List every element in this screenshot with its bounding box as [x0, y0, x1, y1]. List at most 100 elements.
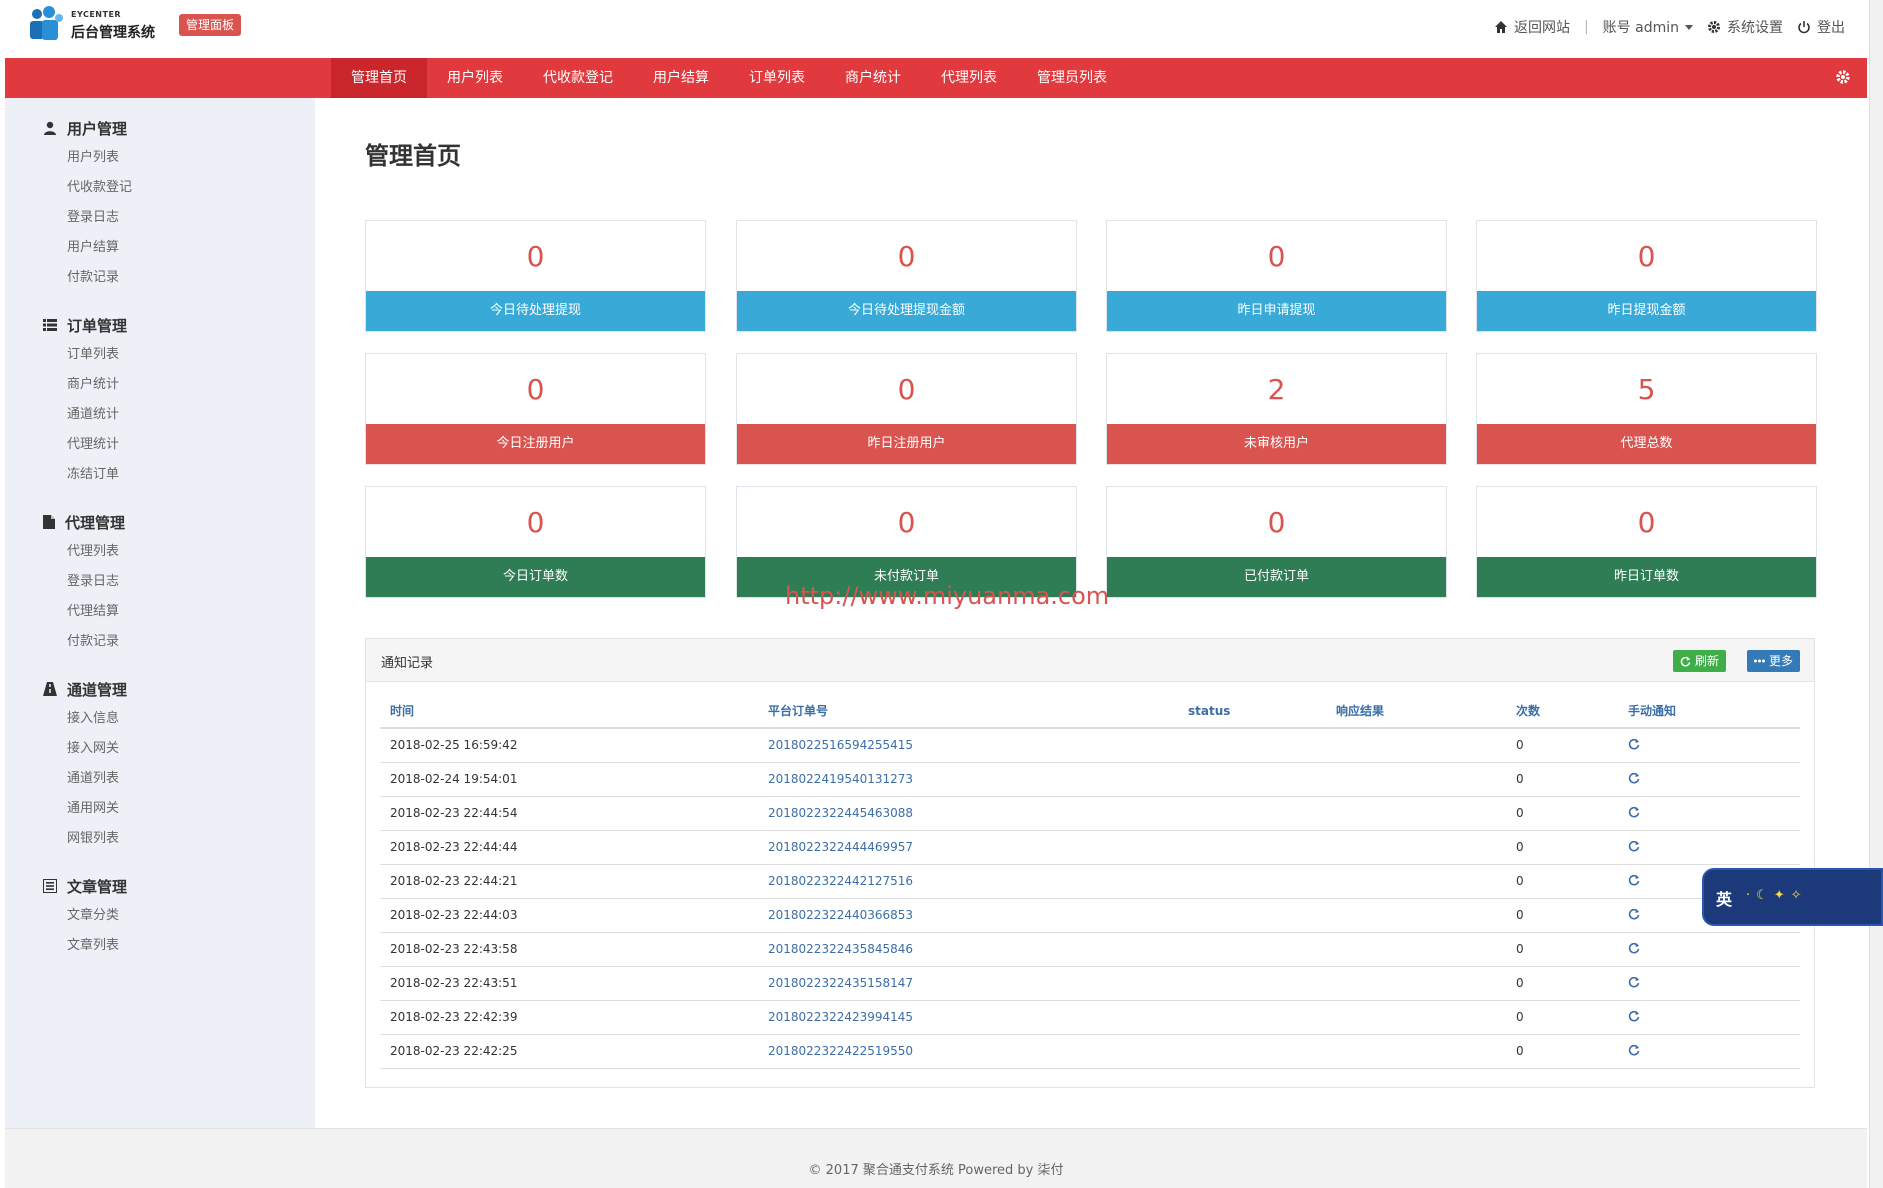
- sidebar-item-login-log[interactable]: 登录日志: [43, 203, 315, 233]
- logo[interactable]: EYCENTER 后台管理系统: [25, 4, 175, 44]
- cell-order-no[interactable]: 2018022322444469957: [758, 830, 1178, 865]
- sidebar-item-article-categories[interactable]: 文章分类: [43, 901, 315, 931]
- cell-result: [1326, 762, 1506, 797]
- sidebar-group-title[interactable]: 代理管理: [43, 507, 315, 537]
- panel-badge: 管理面板: [179, 14, 242, 36]
- page-scrollbar[interactable]: [1869, 0, 1883, 1188]
- nav-item-home[interactable]: 管理首页: [331, 58, 427, 98]
- column-header-manual-notify[interactable]: 手动通知: [1618, 694, 1800, 729]
- resend-icon[interactable]: [1628, 806, 1640, 818]
- resend-icon[interactable]: [1628, 738, 1640, 750]
- resend-icon[interactable]: [1628, 772, 1640, 784]
- nav-item-agent-list[interactable]: 代理列表: [921, 58, 1017, 98]
- table-row: 2018-02-24 19:54:01 2018022419540131273 0: [380, 762, 1800, 797]
- column-header-time[interactable]: 时间: [380, 694, 758, 729]
- top-header: EYCENTER 后台管理系统 管理面板 返回网站 | 账号 admin 系统设…: [5, 0, 1867, 58]
- sidebar-item-user-list[interactable]: 用户列表: [43, 143, 315, 173]
- resend-icon[interactable]: [1628, 1044, 1640, 1056]
- sidebar-item-channel-list[interactable]: 通道列表: [43, 764, 315, 794]
- stat-card: 0 今日订单数: [365, 486, 706, 598]
- sidebar-group-title[interactable]: 用户管理: [43, 113, 315, 143]
- nav-item-collection-register[interactable]: 代收款登记: [523, 58, 633, 98]
- stat-card: 0 今日待处理提现: [365, 220, 706, 332]
- column-header-status[interactable]: status: [1178, 694, 1326, 729]
- cell-time: 2018-02-23 22:42:39: [380, 1000, 758, 1035]
- header-separator: |: [1583, 19, 1589, 35]
- column-header-result[interactable]: 响应结果: [1326, 694, 1506, 729]
- stat-label: 今日待处理提现: [366, 291, 705, 331]
- stat-value: 5: [1637, 373, 1656, 406]
- resend-icon[interactable]: [1628, 1010, 1640, 1022]
- user-icon: [44, 121, 56, 135]
- more-button[interactable]: 更多: [1746, 650, 1800, 672]
- sidebar-item-payment-records[interactable]: 付款记录: [43, 263, 315, 293]
- resend-icon[interactable]: [1628, 908, 1640, 920]
- stat-card: 0 昨日注册用户: [736, 353, 1077, 465]
- table-row: 2018-02-23 22:44:21 2018022322442127516 0: [380, 864, 1800, 899]
- stat-value: 0: [1267, 506, 1286, 539]
- column-header-count[interactable]: 次数: [1506, 694, 1618, 729]
- cell-result: [1326, 898, 1506, 933]
- sidebar-item-user-settlement[interactable]: 用户结算: [43, 233, 315, 263]
- sidebar-item-collection-register[interactable]: 代收款登记: [43, 173, 315, 203]
- sidebar-group-label: 文章管理: [67, 877, 128, 896]
- logout-label: 登出: [1817, 20, 1845, 36]
- nav-item-order-list[interactable]: 订单列表: [729, 58, 825, 98]
- sidebar-item-general-gateway[interactable]: 通用网关: [43, 794, 315, 824]
- sidebar-item-merchant-stats[interactable]: 商户统计: [43, 370, 315, 400]
- resend-icon[interactable]: [1628, 840, 1640, 852]
- cell-order-no[interactable]: 2018022419540131273: [758, 762, 1178, 797]
- cell-order-no[interactable]: 2018022322445463088: [758, 796, 1178, 831]
- cell-order-no[interactable]: 2018022322442127516: [758, 864, 1178, 899]
- stat-value: 0: [526, 506, 545, 539]
- sidebar-item-agent-payment-records[interactable]: 付款记录: [43, 627, 315, 657]
- cell-time: 2018-02-23 22:44:44: [380, 830, 758, 865]
- nav-item-user-settlement[interactable]: 用户结算: [633, 58, 729, 98]
- account-dropdown[interactable]: 账号 admin: [1603, 17, 1693, 37]
- sidebar-item-agent-login-log[interactable]: 登录日志: [43, 567, 315, 597]
- sidebar-item-agent-list[interactable]: 代理列表: [43, 537, 315, 567]
- sidebar-item-agent-stats[interactable]: 代理统计: [43, 430, 315, 460]
- cell-order-no[interactable]: 2018022322423994145: [758, 1000, 1178, 1035]
- sidebar-item-frozen-orders[interactable]: 冻结订单: [43, 460, 315, 490]
- notice-panel-header: 通知记录 刷新 更多: [366, 639, 1814, 682]
- logout-link[interactable]: 登出: [1797, 17, 1845, 37]
- cell-order-no[interactable]: 2018022322435158147: [758, 966, 1178, 1001]
- cell-order-no[interactable]: 2018022516594255415: [758, 728, 1178, 763]
- column-header-order-no[interactable]: 平台订单号: [758, 694, 1178, 729]
- sidebar-group-title[interactable]: 通道管理: [43, 674, 315, 704]
- stat-label: 今日订单数: [366, 557, 705, 597]
- resend-icon[interactable]: [1628, 874, 1640, 886]
- stat-value: 0: [526, 373, 545, 406]
- nav-gear-icon[interactable]: [1835, 69, 1851, 85]
- sidebar-group-title[interactable]: 订单管理: [43, 310, 315, 340]
- cell-status: [1178, 966, 1326, 1001]
- nav-item-merchant-stats[interactable]: 商户统计: [825, 58, 921, 98]
- cell-order-no[interactable]: 2018022322422519550: [758, 1034, 1178, 1069]
- back-site-link[interactable]: 返回网站: [1494, 17, 1570, 37]
- nav-item-admin-list[interactable]: 管理员列表: [1017, 58, 1127, 98]
- cell-status: [1178, 1034, 1326, 1069]
- sidebar-group-title[interactable]: 文章管理: [43, 871, 315, 901]
- account-label: 账号 admin: [1602, 20, 1679, 36]
- sidebar-item-order-list[interactable]: 订单列表: [43, 340, 315, 370]
- settings-link[interactable]: 系统设置: [1707, 17, 1783, 37]
- sidebar-item-access-gateway[interactable]: 接入网关: [43, 734, 315, 764]
- page-title: 管理首页: [365, 142, 461, 170]
- cell-order-no[interactable]: 2018022322435845846: [758, 932, 1178, 967]
- sidebar-item-access-info[interactable]: 接入信息: [43, 704, 315, 734]
- sidebar-item-bank-list[interactable]: 网银列表: [43, 824, 315, 854]
- ime-toolbar[interactable]: 英 ·☾✦✧: [1702, 868, 1883, 926]
- table-row: 2018-02-23 22:44:03 2018022322440366853 0: [380, 898, 1800, 933]
- refresh-button[interactable]: 刷新: [1672, 650, 1726, 672]
- resend-icon[interactable]: [1628, 942, 1640, 954]
- nav-item-user-list[interactable]: 用户列表: [427, 58, 523, 98]
- sidebar-item-channel-stats[interactable]: 通道统计: [43, 400, 315, 430]
- resend-icon[interactable]: [1628, 976, 1640, 988]
- main-nav: 管理首页 用户列表 代收款登记 用户结算 订单列表 商户统计 代理列表 管理员列…: [5, 58, 1867, 98]
- sidebar-item-article-list[interactable]: 文章列表: [43, 931, 315, 961]
- cell-order-no[interactable]: 2018022322440366853: [758, 898, 1178, 933]
- cell-manual-notify: [1618, 932, 1800, 967]
- sidebar-item-agent-settlement[interactable]: 代理结算: [43, 597, 315, 627]
- table-row: 2018-02-23 22:42:39 2018022322423994145 0: [380, 1000, 1800, 1035]
